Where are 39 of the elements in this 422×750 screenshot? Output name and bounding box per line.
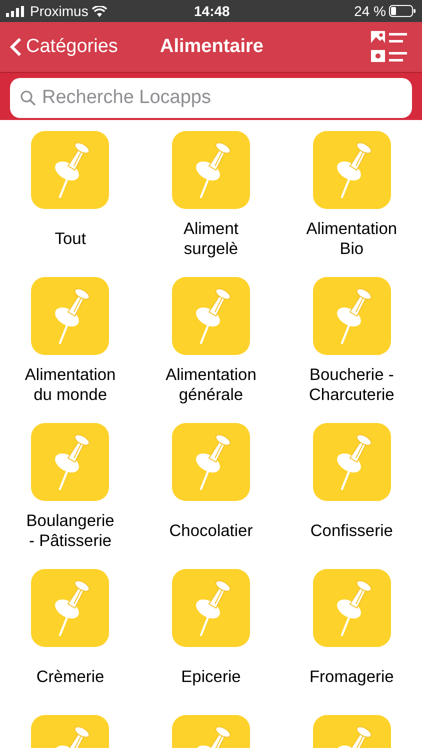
category-label: Crèmerie bbox=[36, 667, 104, 688]
category-tile-icon[interactable] bbox=[172, 277, 250, 355]
back-button[interactable]: Catégories bbox=[10, 32, 118, 62]
category-label: Alimentation Bio bbox=[306, 219, 398, 260]
chevron-left-icon bbox=[10, 37, 22, 57]
category-label: Alimentation du monde bbox=[24, 365, 116, 406]
category-label: Epicerie bbox=[181, 667, 241, 688]
category-tile-icon[interactable] bbox=[312, 715, 391, 748]
category-label: Alimentation générale bbox=[166, 365, 256, 406]
list-view-icon[interactable] bbox=[371, 31, 409, 63]
signal-icon bbox=[6, 6, 26, 16]
battery-icon bbox=[389, 5, 416, 17]
category-tile-icon[interactable] bbox=[172, 715, 250, 748]
category-tile-icon[interactable] bbox=[172, 569, 250, 647]
category-label: Boulangerie - Pâtisserie bbox=[26, 511, 114, 552]
search-field[interactable]: Recherche Locapps bbox=[10, 78, 412, 118]
search-icon bbox=[20, 90, 36, 106]
category-label: Tout bbox=[54, 229, 86, 250]
category-tile-icon[interactable] bbox=[31, 423, 110, 501]
category-label: Fromagerie bbox=[309, 667, 394, 688]
category-tile-icon[interactable] bbox=[31, 715, 110, 748]
wifi-icon bbox=[92, 6, 108, 16]
category-tile-icon[interactable] bbox=[172, 131, 250, 209]
clock-time: 14:48 bbox=[194, 2, 230, 20]
category-label: Confisserie bbox=[310, 521, 393, 542]
category-tile-icon[interactable] bbox=[312, 569, 391, 647]
category-label: Boucherie - Charcuterie bbox=[309, 365, 394, 406]
battery-percent: 24 % bbox=[354, 2, 386, 20]
category-label: Chocolatier bbox=[169, 521, 253, 542]
category-tile-icon[interactable] bbox=[31, 277, 110, 355]
carrier-name: Proximus bbox=[30, 2, 88, 20]
page-title: Alimentaire bbox=[160, 34, 264, 59]
category-tile-icon[interactable] bbox=[312, 423, 391, 501]
category-tile-icon[interactable] bbox=[172, 423, 250, 501]
category-tile-icon[interactable] bbox=[31, 569, 110, 647]
category-tile-icon[interactable] bbox=[312, 131, 391, 209]
category-tile-icon[interactable] bbox=[312, 277, 391, 355]
category-label: Aliment surgelè bbox=[183, 219, 238, 260]
category-tile-icon[interactable] bbox=[31, 131, 110, 209]
